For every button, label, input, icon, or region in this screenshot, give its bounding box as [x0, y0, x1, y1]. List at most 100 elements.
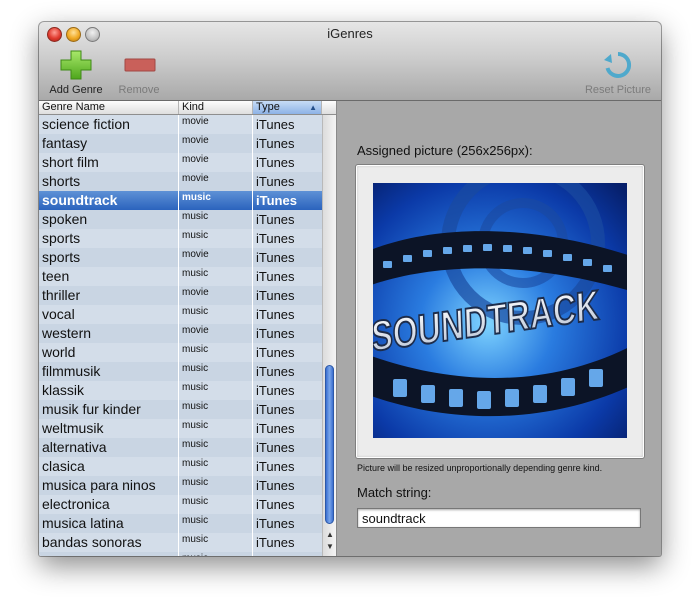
table-row[interactable]: sports movie iTunes: [39, 248, 322, 267]
table-row[interactable]: short film movie iTunes: [39, 153, 322, 172]
cell-kind: music: [179, 552, 253, 556]
cell-name: klassik: [39, 381, 179, 400]
cell-kind: movie: [179, 324, 253, 343]
cell-type: iTunes: [256, 155, 295, 170]
cell-type: iTunes: [256, 250, 295, 265]
cell-type: iTunes: [256, 231, 295, 246]
table-row[interactable]: fantasy movie iTunes: [39, 134, 322, 153]
cell-kind: music: [179, 438, 253, 457]
cell-type: iTunes: [256, 288, 295, 303]
add-genre-button[interactable]: Add Genre: [45, 50, 107, 96]
reset-picture-button[interactable]: Reset Picture: [579, 50, 657, 96]
match-string-label: Match string:: [357, 485, 432, 500]
cell-type: iTunes: [256, 497, 295, 512]
cell-name: musica latina: [39, 514, 179, 533]
table-row[interactable]: thriller movie iTunes: [39, 286, 322, 305]
match-string-input[interactable]: [357, 508, 641, 528]
cell-type: iTunes: [256, 193, 297, 208]
table-row[interactable]: bandas sonoras music iTunes: [39, 533, 322, 552]
cell-kind: music: [179, 457, 253, 476]
details-panel: Assigned picture (256x256px): SOUNDTRACK…: [336, 101, 661, 556]
cell-name: science fiction: [39, 115, 179, 134]
cell-kind: music: [179, 381, 253, 400]
cell-kind: music: [179, 400, 253, 419]
table-row[interactable]: science fiction movie iTunes: [39, 115, 322, 134]
cell-name: short film: [39, 153, 179, 172]
table-row[interactable]: soundtrack music iTunes: [39, 191, 322, 210]
cell-name: sports: [39, 229, 179, 248]
cell-type: iTunes: [256, 383, 295, 398]
genre-table: Genre Name Kind Type ▲ science fiction mo…: [39, 101, 336, 556]
reset-picture-label: Reset Picture: [584, 84, 652, 96]
table-row[interactable]: spoken music iTunes: [39, 210, 322, 229]
table-row[interactable]: shorts movie iTunes: [39, 172, 322, 191]
cell-kind: music: [179, 419, 253, 438]
cell-type: iTunes: [256, 174, 295, 189]
table-rows: science fiction movie iTunes fantasy movie iT…: [39, 115, 322, 556]
cell-type: iTunes: [256, 440, 295, 455]
cell-kind: movie: [179, 134, 253, 153]
assigned-picture-label: Assigned picture (256x256px):: [357, 143, 533, 158]
reset-arrow-icon: [604, 51, 632, 78]
table-row[interactable]: sports music iTunes: [39, 229, 322, 248]
column-header-type[interactable]: Type ▲: [253, 101, 322, 114]
resize-note: Picture will be resized unproportionally…: [357, 463, 603, 473]
table-header: Genre Name Kind Type ▲: [39, 101, 336, 115]
cell-type: iTunes: [256, 326, 295, 341]
table-row[interactable]: teen music iTunes: [39, 267, 322, 286]
cell-kind: movie: [179, 248, 253, 267]
table-row[interactable]: vocal music iTunes: [39, 305, 322, 324]
table-row[interactable]: electronica music iTunes: [39, 495, 322, 514]
column-header-genre-name[interactable]: Genre Name: [39, 101, 179, 114]
cell-name: vocal: [39, 305, 179, 324]
table-row[interactable]: musik fur kinder music iTunes: [39, 400, 322, 419]
cell-name: alternativa: [39, 438, 179, 457]
scrollbar-thumb[interactable]: [325, 365, 334, 524]
cell-name: bandas sonoras: [39, 533, 179, 552]
add-genre-label: Add Genre: [49, 84, 103, 96]
cell-type: iTunes: [256, 307, 295, 322]
cell-type: iTunes: [256, 421, 295, 436]
table-row[interactable]: musica latina music iTunes: [39, 514, 322, 533]
cell-type: iTunes: [256, 136, 295, 151]
cell-kind: movie: [179, 115, 253, 134]
scroll-up-arrow-icon[interactable]: ▲: [324, 529, 336, 541]
cell-kind: music: [179, 343, 253, 362]
igenres-window: iGenres Add Genre Remove Reset Picture G…: [39, 22, 661, 556]
cell-name: sports: [39, 248, 179, 267]
cell-kind: music: [179, 495, 253, 514]
cell-kind: movie: [179, 153, 253, 172]
cell-type: iTunes: [256, 269, 295, 284]
cell-type: iTunes: [256, 345, 295, 360]
cell-kind: music: [179, 514, 253, 533]
cell-name: spoken: [39, 210, 179, 229]
picture-well[interactable]: SOUNDTRACK: [355, 164, 645, 459]
column-header-kind[interactable]: Kind: [179, 101, 253, 114]
window-title: iGenres: [327, 26, 373, 41]
cell-name: thriller: [39, 286, 179, 305]
scroll-down-arrow-icon[interactable]: ▼: [324, 541, 336, 553]
cell-name: musik fur kinder: [39, 400, 179, 419]
table-row[interactable]: western movie iTunes: [39, 324, 322, 343]
minus-icon: [124, 58, 156, 72]
cell-name: musica: [39, 552, 179, 556]
cell-kind: music: [179, 267, 253, 286]
table-row[interactable]: klassik music iTunes: [39, 381, 322, 400]
cell-kind: music: [179, 210, 253, 229]
cell-name: world: [39, 343, 179, 362]
cell-type: iTunes: [256, 459, 295, 474]
cell-name: soundtrack: [39, 191, 179, 210]
cell-name: filmmusik: [39, 362, 179, 381]
table-row[interactable]: musica para ninos music iTunes: [39, 476, 322, 495]
table-row[interactable]: weltmusik music iTunes: [39, 419, 322, 438]
cell-type: iTunes: [256, 402, 295, 417]
cell-name: western: [39, 324, 179, 343]
cell-kind: movie: [179, 286, 253, 305]
table-row[interactable]: musicamusiciTunes: [39, 552, 322, 556]
remove-button[interactable]: Remove: [113, 50, 165, 96]
table-row[interactable]: filmmusik music iTunes: [39, 362, 322, 381]
table-row[interactable]: alternativa music iTunes: [39, 438, 322, 457]
table-row[interactable]: world music iTunes: [39, 343, 322, 362]
vertical-scrollbar[interactable]: ▲ ▼: [322, 115, 336, 556]
table-row[interactable]: clasica music iTunes: [39, 457, 322, 476]
